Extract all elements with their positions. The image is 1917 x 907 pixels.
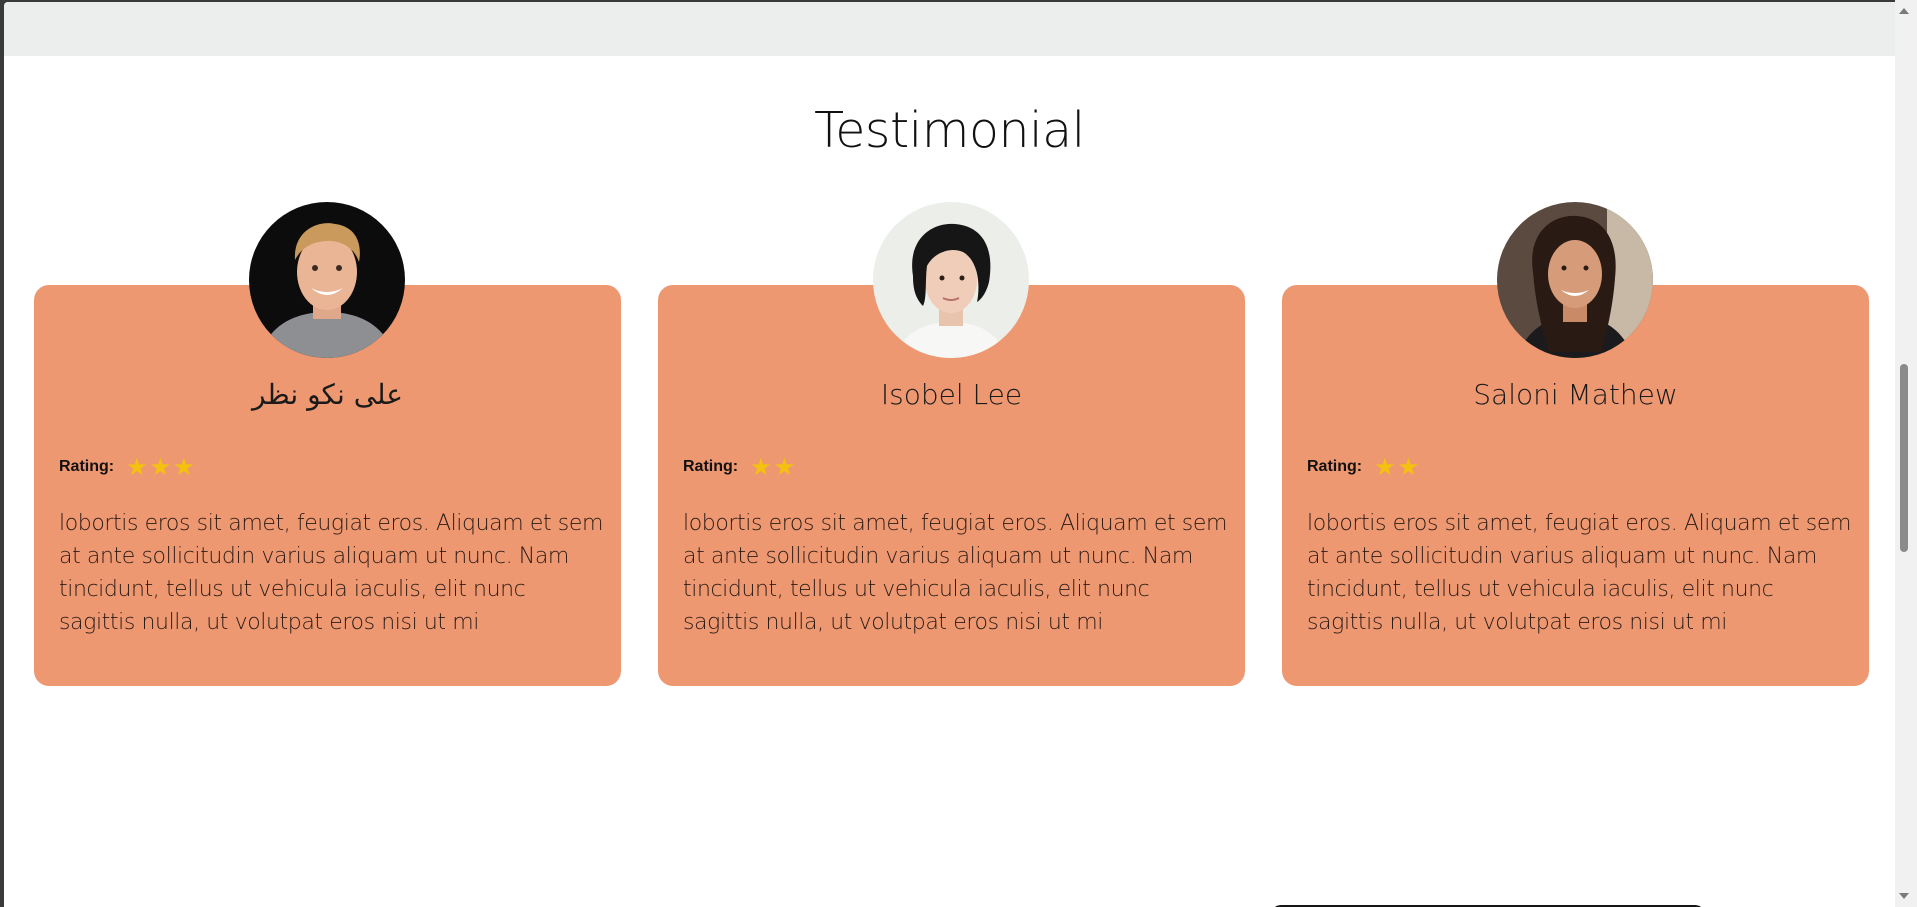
avatar-photo-man (249, 202, 405, 358)
rating-label: Rating: (59, 458, 115, 475)
chevron-down-icon[interactable] (1899, 893, 1909, 899)
avatar-photo-woman (873, 202, 1029, 358)
star-icon: ★ (750, 453, 772, 481)
vertical-scrollbar[interactable] (1895, 0, 1917, 907)
rating-stars: ★ ★ ★ (126, 453, 195, 481)
rating-label: Rating: (683, 458, 739, 475)
scrollbar-thumb[interactable] (1900, 364, 1908, 552)
star-icon: ★ (173, 453, 195, 481)
page-viewport: Testimonial علی نکو نظر Rating: ★ ★ ★ lo… (4, 2, 1895, 907)
testimonial-list: علی نکو نظر Rating: ★ ★ ★ lobortis eros si… (4, 2, 1895, 907)
avatar (1497, 202, 1653, 358)
testimonial-card: Saloni Mathew Rating: ★ ★ lobortis eros s… (1282, 202, 1869, 686)
testimonial-name: علی نکو نظر (251, 378, 404, 411)
testimonial-card: Isobel Lee Rating: ★ ★ lobortis eros sit … (658, 202, 1245, 686)
avatar (249, 202, 405, 358)
rating-stars: ★ ★ (750, 453, 796, 481)
testimonial-quote: lobortis eros sit amet, feugiat eros. Al… (59, 511, 604, 635)
testimonial-quote: lobortis eros sit amet, feugiat eros. Al… (1307, 511, 1852, 635)
testimonial-card: علی نکو نظر Rating: ★ ★ ★ lobortis eros si… (34, 202, 621, 686)
testimonial-quote: lobortis eros sit amet, feugiat eros. Al… (683, 511, 1228, 635)
star-icon: ★ (773, 453, 796, 481)
rating-row: Rating: ★ ★ (683, 453, 796, 481)
star-icon: ★ (1397, 453, 1420, 481)
rating-label: Rating: (1307, 458, 1363, 475)
star-icon: ★ (126, 453, 148, 481)
avatar (873, 202, 1029, 358)
chevron-up-icon[interactable] (1899, 8, 1909, 14)
rating-row: Rating: ★ ★ ★ (59, 453, 195, 481)
rating-stars: ★ ★ (1374, 453, 1420, 481)
testimonial-name: Isobel Lee (880, 378, 1023, 411)
rating-row: Rating: ★ ★ (1307, 453, 1420, 481)
avatar-photo-woman (1497, 202, 1653, 358)
testimonial-name: Saloni Mathew (1473, 378, 1678, 411)
star-icon: ★ (149, 453, 172, 481)
star-icon: ★ (1374, 453, 1396, 481)
